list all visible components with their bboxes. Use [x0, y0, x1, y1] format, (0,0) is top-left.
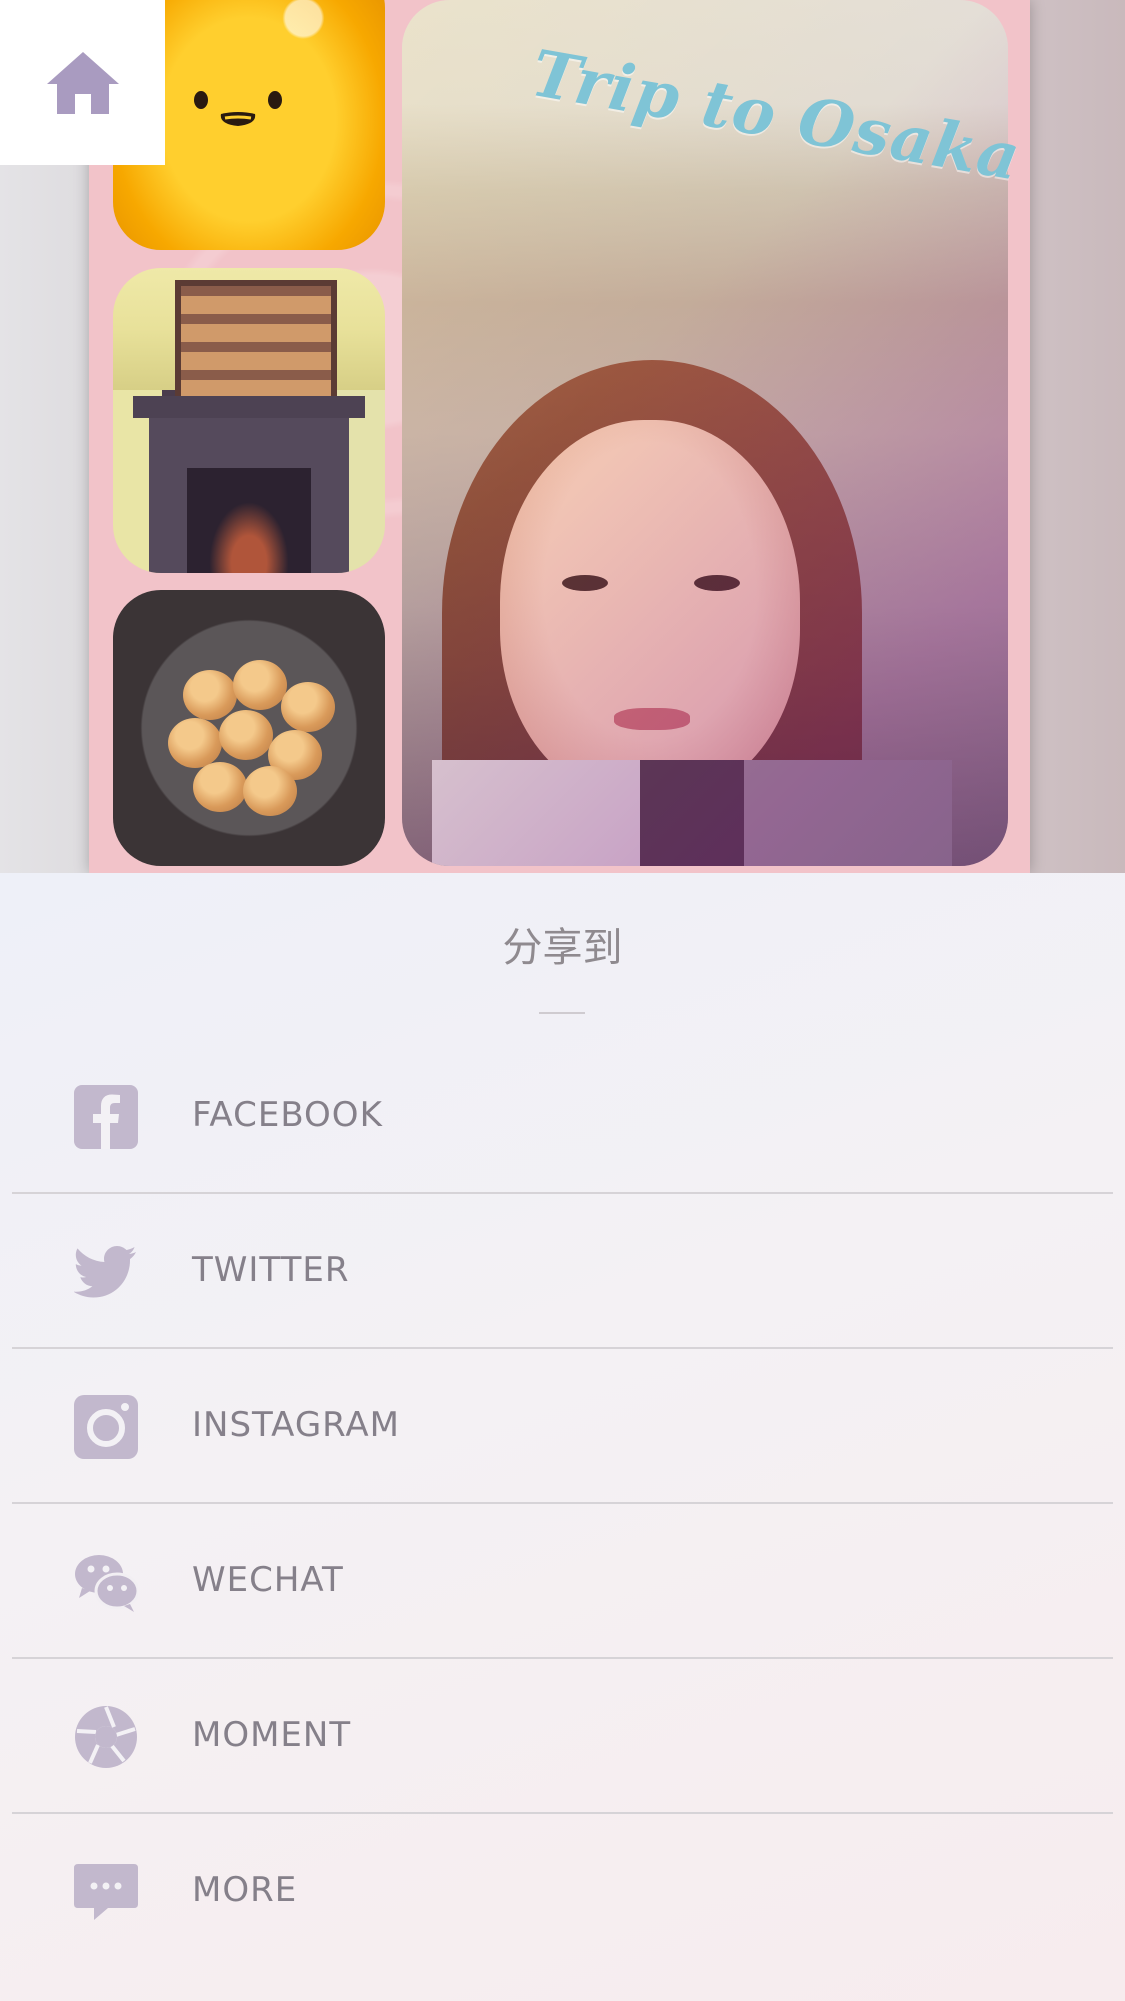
title-divider: [539, 1012, 585, 1014]
share-label-twitter: TWITTER: [192, 1250, 350, 1290]
share-item-twitter[interactable]: TWITTER: [12, 1194, 1113, 1349]
share-label-more: MORE: [192, 1870, 298, 1910]
share-label-wechat: WECHAT: [192, 1560, 344, 1600]
instagram-icon: [74, 1395, 138, 1459]
collage-preview: Trip to Osaka: [0, 0, 1125, 873]
share-item-more[interactable]: MORE: [12, 1814, 1113, 1967]
share-item-facebook[interactable]: FACEBOOK: [12, 1039, 1113, 1194]
moment-icon: [75, 1706, 137, 1768]
home-button[interactable]: [0, 0, 165, 165]
share-options-list: FACEBOOK TWITTER INSTAGRAM WECHAT MOMENT…: [12, 1039, 1113, 1967]
home-icon: [46, 51, 119, 114]
share-item-wechat[interactable]: WECHAT: [12, 1504, 1113, 1659]
share-label-instagram: INSTAGRAM: [192, 1405, 401, 1445]
wechat-icon: [75, 1555, 138, 1612]
twitter-icon: [74, 1246, 136, 1298]
takoyaki-photo: [113, 590, 385, 866]
share-label-moment: MOMENT: [192, 1715, 352, 1755]
fireplace-photo: [113, 268, 385, 573]
dessert-face-graphic: [194, 91, 282, 126]
share-sheet-title: 分享到: [502, 925, 623, 971]
share-item-moment[interactable]: MOMENT: [12, 1659, 1113, 1814]
share-sheet: 分享到 FACEBOOK TWITTER INSTAGRAM WECHAT MO…: [0, 873, 1125, 2001]
share-label-facebook: FACEBOOK: [192, 1095, 383, 1135]
collage-card: Trip to Osaka: [89, 0, 1030, 873]
more-icon: [74, 1864, 138, 1920]
facebook-icon: [74, 1085, 138, 1149]
share-item-instagram[interactable]: INSTAGRAM: [12, 1349, 1113, 1504]
